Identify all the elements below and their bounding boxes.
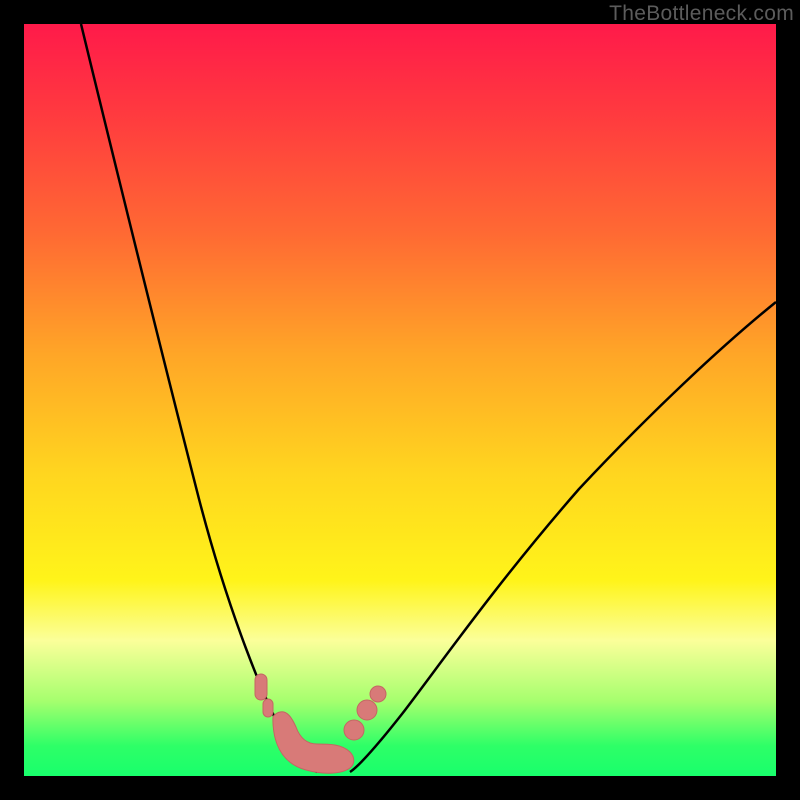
outer-frame: TheBottleneck.com (0, 0, 800, 800)
marker-left-2 (263, 699, 273, 717)
curve-layer (24, 24, 776, 776)
left-curve (81, 24, 317, 772)
marker-right-1 (344, 720, 364, 740)
watermark-text: TheBottleneck.com (609, 2, 794, 26)
right-curve (350, 302, 776, 772)
marker-trough-blob (273, 712, 354, 774)
marker-right-2 (357, 700, 377, 720)
plot-area (24, 24, 776, 776)
marker-left-1 (255, 674, 267, 700)
marker-right-3 (370, 686, 386, 702)
